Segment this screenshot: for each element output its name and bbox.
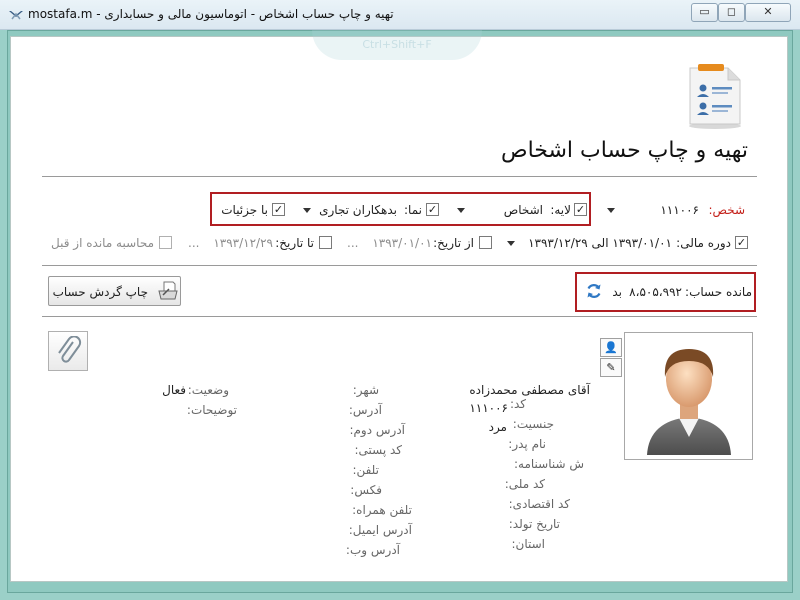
balance-label: مانده حساب: (685, 285, 752, 299)
status-label: وضعیت: (187, 383, 229, 397)
view-dropdown-caret[interactable] (303, 208, 311, 213)
paperclip-icon (55, 335, 83, 368)
edit-person-button[interactable]: ✎ (600, 358, 622, 377)
person-avatar-icon (639, 337, 739, 457)
fiscal-period-checkbox[interactable]: ✓ (735, 236, 748, 249)
print-icon (157, 280, 179, 302)
gender-label: جنسیت: (512, 417, 554, 431)
notes-label: توضیحات: (186, 403, 237, 417)
status-value: فعال (162, 383, 186, 397)
to-date-label: تا تاریخ: (275, 236, 314, 250)
person-name: آقای مصطفی محمدزاده (469, 383, 590, 397)
fiscal-period-dropdown-caret[interactable] (507, 241, 515, 246)
details-checkbox[interactable]: ✓ (272, 203, 285, 216)
city-label: شهر: (352, 383, 379, 397)
window-title: mostafa.m - تهیه و چاپ حساب اشخاص - اتوم… (28, 7, 394, 21)
code-value: ۱۱۱۰۰۶ (469, 401, 508, 415)
prev-balance-checkbox[interactable] (159, 236, 172, 249)
layer-value[interactable]: اشخاص (504, 203, 543, 217)
minimize-button[interactable]: ▭ (691, 3, 718, 22)
prev-balance-label: محاسبه مانده از قبل (51, 236, 154, 250)
attachment-button[interactable] (48, 331, 88, 371)
address-label: آدرس: (348, 403, 382, 417)
fiscal-period-value[interactable]: ۱۳۹۳/۰۱/۰۱ الی ۱۳۹۳/۱۲/۲۹ (528, 236, 672, 250)
view-checkbox[interactable]: ✓ (426, 203, 439, 216)
person-label: شخص: (708, 203, 745, 217)
refresh-icon[interactable] (585, 282, 603, 300)
document-users-icon (686, 60, 744, 130)
view-value[interactable]: بدهکاران تجاری (319, 203, 397, 217)
balance-type: بد (612, 285, 622, 299)
fiscal-period-label: دوره مالی: (676, 236, 731, 250)
close-button[interactable]: ✕ (745, 3, 791, 22)
to-date-checkbox[interactable] (319, 236, 332, 249)
economic-code-label: کد اقتصادی: (508, 497, 570, 511)
select-person-button[interactable]: 👤 (600, 338, 622, 357)
phone-label: تلفن: (352, 463, 379, 477)
person-code-value[interactable]: ۱۱۱۰۰۶ (660, 203, 699, 217)
code-label: کد: (509, 397, 526, 411)
national-code-label: کد ملی: (504, 477, 545, 491)
from-date-value[interactable]: ۱۳۹۳/۰۱/۰۱ (372, 236, 432, 250)
to-date-picker-button[interactable]: ... (188, 236, 199, 250)
print-statement-button[interactable]: چاپ گردش حساب (48, 276, 181, 306)
from-date-label: از تاریخ: (433, 236, 474, 250)
id-number-label: ش شناسنامه: (513, 457, 584, 471)
header-divider (42, 176, 757, 177)
to-date-value[interactable]: ۱۳۹۳/۱۲/۲۹ (213, 236, 273, 250)
fax-label: فکس: (350, 483, 382, 497)
balance-value: ۸،۵۰۵،۹۹۲ (629, 285, 682, 299)
from-date-picker-button[interactable]: ... (347, 236, 358, 250)
gender-value: مرد (488, 420, 507, 434)
search-shortcut-hint: Ctrl+Shift+F (312, 30, 482, 60)
details-label: با جزئیات (221, 203, 268, 217)
app-icon[interactable] (8, 8, 24, 22)
website-label: آدرس وب: (345, 543, 400, 557)
layer-checkbox[interactable]: ✓ (574, 203, 587, 216)
view-label: نما: (404, 203, 422, 217)
person-photo (624, 332, 753, 460)
filters-divider (42, 265, 757, 266)
actions-divider (42, 316, 757, 317)
father-name-label: نام پدر: (508, 437, 546, 451)
mobile-label: تلفن همراه: (352, 503, 412, 517)
maximize-button[interactable]: ◻ (718, 3, 745, 22)
title-bar: mostafa.m - تهیه و چاپ حساب اشخاص - اتوم… (0, 0, 800, 30)
birth-date-label: تاریخ تولد: (508, 517, 560, 531)
page-title: تهیه و چاپ حساب اشخاص (501, 138, 748, 163)
print-statement-label: چاپ گردش حساب (52, 285, 148, 299)
province-label: استان: (511, 537, 545, 551)
address2-label: آدرس دوم: (349, 423, 405, 437)
person-dropdown-caret[interactable] (607, 208, 615, 213)
layer-dropdown-caret[interactable] (457, 208, 465, 213)
postal-code-label: کد پستی: (354, 443, 402, 457)
from-date-checkbox[interactable] (479, 236, 492, 249)
email-label: آدرس ایمیل: (348, 523, 412, 537)
layer-label: لایه: (550, 203, 571, 217)
